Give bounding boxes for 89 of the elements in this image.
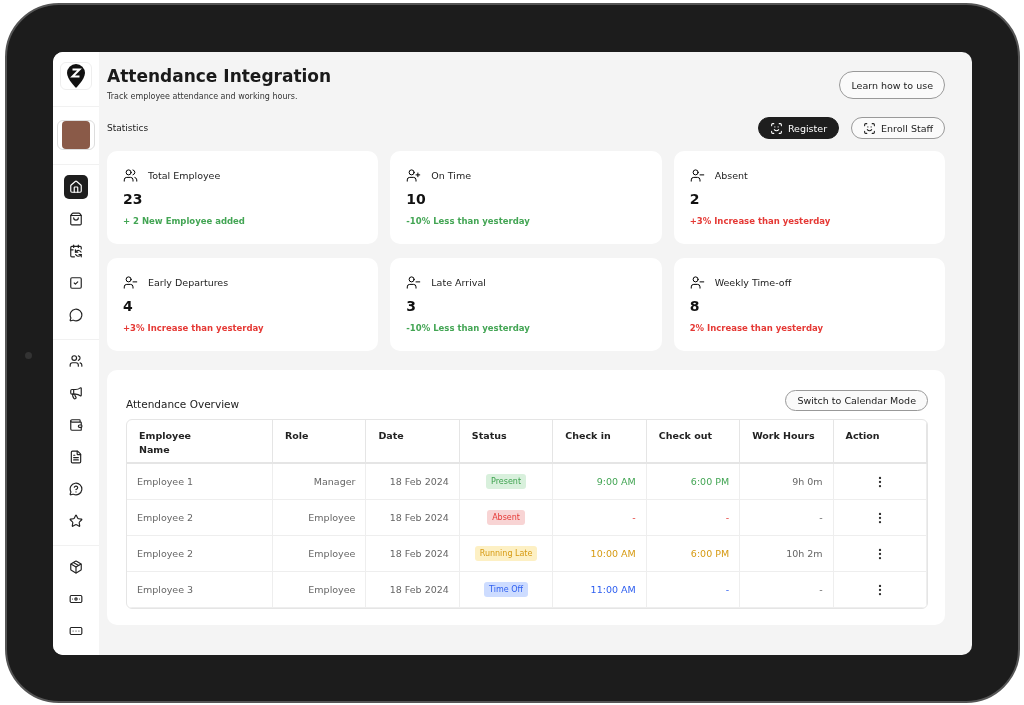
stat-value: 4 xyxy=(123,298,134,314)
calendar-icon xyxy=(69,243,83,258)
action-button[interactable]: Enroll Staff xyxy=(851,117,945,139)
stat-change: -10% Less than yesterday xyxy=(406,323,531,333)
table-cell: Employee xyxy=(308,548,356,559)
table-cell: - xyxy=(819,512,823,523)
stat-label: Total Employee xyxy=(148,170,221,181)
user-minus-icon xyxy=(689,275,705,290)
checkbox-icon xyxy=(69,275,83,290)
action-button[interactable]: Register xyxy=(757,117,840,139)
home-icon xyxy=(69,179,83,194)
face-scan-icon xyxy=(769,121,783,135)
status-badge: Absent xyxy=(487,510,525,525)
table-cell: Employee xyxy=(308,584,356,595)
table-cell: 11:00 AM xyxy=(590,584,636,595)
stat-label: Early Departures xyxy=(148,277,229,288)
document-icon xyxy=(69,449,83,464)
stat-value: 10 xyxy=(406,191,427,207)
status-badge: Time Off xyxy=(484,582,529,597)
package-icon xyxy=(69,560,83,574)
bag-icon xyxy=(69,211,83,226)
avatar-frame[interactable] xyxy=(57,120,95,151)
user-minus-icon xyxy=(406,275,422,290)
table-cell: - xyxy=(632,512,636,523)
stat-label: Weekly Time-off xyxy=(714,277,792,288)
chat-icon xyxy=(69,307,83,322)
star-icon xyxy=(69,513,83,528)
table-cell: Employee 2 xyxy=(137,512,194,523)
column-header: Action xyxy=(833,420,927,464)
table-cell: 9h 0m xyxy=(792,476,823,487)
table-cell: 18 Feb 2024 xyxy=(389,584,449,595)
stat-value: 8 xyxy=(689,298,701,314)
stat-value: 23 xyxy=(123,191,144,207)
table-cell: Employee 2 xyxy=(137,548,194,559)
help-icon xyxy=(69,481,83,496)
user-minus-icon xyxy=(123,275,138,290)
status-badge: Running Late xyxy=(474,546,538,561)
table-cell: 10h 2m xyxy=(786,548,823,559)
column-header: Check out xyxy=(646,420,741,464)
user-minus-icon xyxy=(689,168,705,183)
table-cell: Employee 3 xyxy=(137,584,194,595)
table-cell: 6:00 PM xyxy=(690,548,730,559)
stat-change: +3% Increase than yesterday xyxy=(689,216,832,226)
face-scan-icon xyxy=(863,121,877,135)
panel-title: Attendance Overview xyxy=(126,397,240,410)
stat-value: 2 xyxy=(689,191,701,207)
stat-label: Absent xyxy=(714,170,748,181)
stat-label: Late Arrival xyxy=(431,277,486,288)
help-button[interactable]: Learn how to use xyxy=(839,71,945,99)
table-cell: Employee 1 xyxy=(137,476,194,487)
table-cell: Employee xyxy=(308,512,356,523)
page-title: Attendance Integration xyxy=(107,66,332,86)
column-header: Check in xyxy=(553,420,647,464)
table-cell: - xyxy=(819,584,823,595)
table-cell: 6:00 PM xyxy=(690,476,730,487)
user-plus-icon xyxy=(406,168,422,183)
table-cell: - xyxy=(725,584,730,595)
table-cell: 10:00 AM xyxy=(590,548,636,559)
nav-button[interactable] xyxy=(64,174,88,199)
table-cell: 18 Feb 2024 xyxy=(389,512,449,523)
stat-label: On Time xyxy=(431,170,472,181)
rectangle-icon xyxy=(69,624,83,638)
wallet-icon xyxy=(69,417,83,432)
column-header: Employee Name xyxy=(127,420,273,464)
calendar-mode-button[interactable]: Switch to Calendar Mode xyxy=(785,390,928,411)
table-cell: 9:00 AM xyxy=(596,476,636,487)
column-header: Status xyxy=(459,420,554,464)
status-badge: Present xyxy=(486,474,527,489)
stat-change: + 2 New Employee added xyxy=(123,216,246,226)
users-icon xyxy=(69,353,83,368)
page-subtitle: Track employee attendance and working hours. xyxy=(107,92,299,101)
stat-change: +3% Increase than yesterday xyxy=(123,323,265,333)
column-header: Work Hours xyxy=(740,420,834,464)
banknote-icon xyxy=(69,592,83,606)
stat-value: 3 xyxy=(406,298,418,314)
column-header: Role xyxy=(273,420,367,464)
megaphone-icon xyxy=(69,385,83,400)
stat-change: -10% Less than yesterday xyxy=(406,216,531,226)
table-cell: - xyxy=(725,512,730,523)
camera-dot xyxy=(25,352,32,359)
users-icon xyxy=(123,168,138,183)
photo-placeholder xyxy=(62,121,90,150)
table-cell: 18 Feb 2024 xyxy=(389,548,449,559)
column-header: Date xyxy=(366,420,460,464)
table-cell: 18 Feb 2024 xyxy=(389,476,449,487)
section-heading: Statistics xyxy=(107,123,149,133)
stat-change: 2% Increase than yesterday xyxy=(689,323,825,333)
table-cell: Manager xyxy=(313,476,356,487)
logo-icon xyxy=(66,63,86,89)
